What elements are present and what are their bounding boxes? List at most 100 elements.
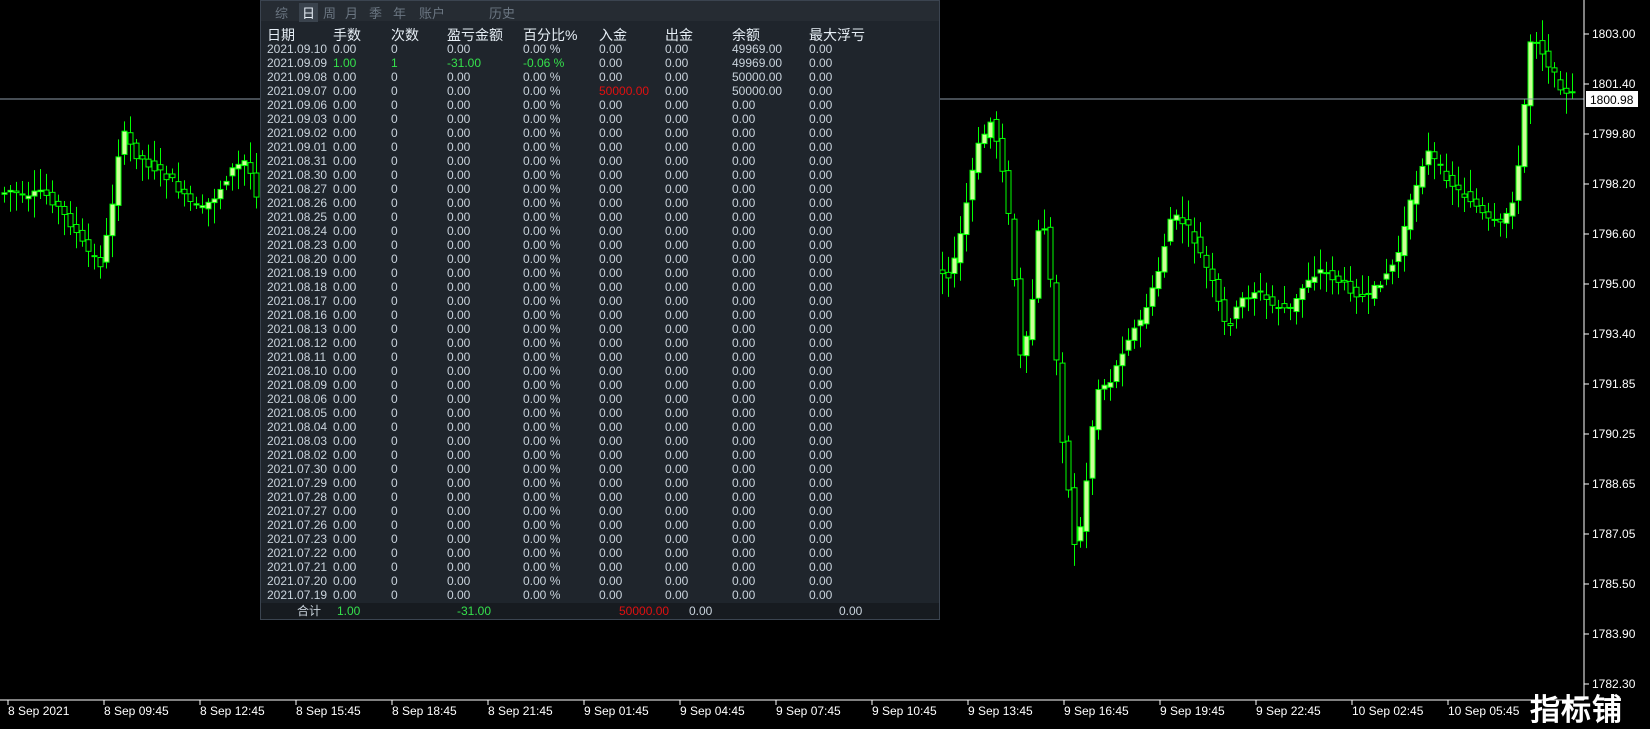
footer-total-label: 合计 xyxy=(297,604,322,618)
table-cell: 0.00 xyxy=(599,378,623,392)
table-cell: 2021.08.18 xyxy=(267,280,328,294)
tab-6[interactable]: 账户 xyxy=(419,3,445,22)
table-cell: 0 xyxy=(391,378,398,392)
candle-body xyxy=(1203,254,1210,268)
price-axis-label: 1803.00 xyxy=(1592,27,1636,41)
table-cell: 0.00 xyxy=(809,154,833,168)
tab-4[interactable]: 季 xyxy=(369,3,382,22)
table-cell: 0.00 xyxy=(599,126,623,140)
table-cell: 0.00 xyxy=(447,112,471,126)
table-row: 2021.08.11 0.00 0 0.00 0.00 % 0.00 0.00 0.00 0.0… xyxy=(261,350,939,364)
table-cell: 0.00 xyxy=(333,266,357,280)
time-axis: 8 Sep 2021 8 Sep 09:45 8 Sep 12:45 8 Sep 15… xyxy=(7,700,1520,718)
daily-stats-panel[interactable]: 综日周月季年账户 历史 日期 手数 次数 盈亏金额 百分比% 入金 出金 余额 最大浮亏 2021… xyxy=(260,0,940,620)
time-axis-label: 9 Sep 13:45 xyxy=(968,704,1033,718)
candle-body xyxy=(25,195,32,200)
table-cell: 1.00 xyxy=(333,56,357,70)
table-cell: 0.00 xyxy=(447,518,471,532)
candle-body xyxy=(1215,278,1222,302)
table-cell: 0.00 xyxy=(809,336,833,350)
table-cell: 0.00 xyxy=(665,560,689,574)
table-cell: 0.00 xyxy=(665,462,689,476)
price-axis-label: 1793.40 xyxy=(1592,327,1636,341)
table-row: 2021.08.23 0.00 0 0.00 0.00 % 0.00 0.00 0.00 0.0… xyxy=(261,238,939,252)
table-cell: 0.00 xyxy=(732,140,756,154)
candle-body xyxy=(115,156,122,206)
table-cell: 0.00 xyxy=(333,112,357,126)
table-row: 2021.07.21 0.00 0 0.00 0.00 % 0.00 0.00 0.00 0.0… xyxy=(261,560,939,574)
table-cell: 0.00 xyxy=(447,532,471,546)
tab-7[interactable]: 历史 xyxy=(489,3,515,22)
table-cell: 0.00 xyxy=(333,210,357,224)
table-cell: 0.00 xyxy=(333,238,357,252)
table-cell: 2021.09.07 xyxy=(267,84,328,98)
table-row: 2021.07.22 0.00 0 0.00 0.00 % 0.00 0.00 0.00 0.0… xyxy=(261,546,939,560)
candle-body xyxy=(1125,339,1132,351)
table-cell: 0.00 xyxy=(732,154,756,168)
table-cell: 2021.09.06 xyxy=(267,98,328,112)
candle-body xyxy=(1341,279,1348,283)
table-cell: 2021.08.03 xyxy=(267,434,328,448)
table-cell: 0 xyxy=(391,392,398,406)
table-cell: 2021.08.26 xyxy=(267,196,328,210)
table-row: 2021.08.17 0.00 0 0.00 0.00 % 0.00 0.00 0.00 0.0… xyxy=(261,294,939,308)
candle-body xyxy=(61,205,68,215)
table-cell: 0.00 xyxy=(447,196,471,210)
candle-body xyxy=(181,188,188,195)
price-axis-label: 1798.20 xyxy=(1592,177,1636,191)
tab-5[interactable]: 年 xyxy=(393,3,406,22)
table-cell: 0.00 xyxy=(447,42,471,56)
table-cell: 0.00 xyxy=(333,490,357,504)
candle-body xyxy=(241,160,248,167)
table-cell: 0.00 xyxy=(665,392,689,406)
table-cell: 0.00 xyxy=(333,364,357,378)
table-cell: 0.00 xyxy=(809,84,833,98)
tab-2[interactable]: 周 xyxy=(323,3,336,22)
table-cell: 2021.09.10 xyxy=(267,42,328,56)
table-cell: 2021.08.31 xyxy=(267,154,328,168)
candle-body xyxy=(127,132,134,145)
watermark-logo: 指标铺 xyxy=(1530,693,1623,728)
table-row: 2021.09.06 0.00 0 0.00 0.00 % 0.00 0.00 0.00 0.0… xyxy=(261,98,939,112)
candle-body xyxy=(1065,440,1072,491)
table-cell: 0.00 xyxy=(333,378,357,392)
table-cell: 0.00 xyxy=(333,308,357,322)
candle-body xyxy=(969,169,976,201)
candle-body xyxy=(169,173,176,179)
candle-body xyxy=(1035,230,1042,299)
table-cell: 0.00 xyxy=(809,434,833,448)
table-cell: 0.00 xyxy=(599,238,623,252)
table-cell: 0.00 xyxy=(333,462,357,476)
tab-0[interactable]: 综 xyxy=(275,3,288,22)
table-cell: 0.00 xyxy=(665,140,689,154)
candle-body xyxy=(1515,165,1522,201)
table-row: 2021.07.30 0.00 0 0.00 0.00 % 0.00 0.00 0.00 0.0… xyxy=(261,462,939,476)
table-cell: 2021.08.09 xyxy=(267,378,328,392)
table-cell: 0.00 xyxy=(809,252,833,266)
table-cell: 0.00 xyxy=(665,154,689,168)
table-cell: 0.00 % xyxy=(523,238,561,252)
candle-body xyxy=(1491,218,1498,221)
table-cell: 0.00 % xyxy=(523,420,561,434)
candle-body xyxy=(1095,389,1102,431)
tab-3[interactable]: 月 xyxy=(345,3,358,22)
table-cell: 0.00 xyxy=(732,196,756,210)
table-row: 2021.07.28 0.00 0 0.00 0.00 % 0.00 0.00 0.00 0.0… xyxy=(261,490,939,504)
table-cell: 0.00 xyxy=(809,476,833,490)
candle-body xyxy=(1107,382,1114,388)
price-axis-label: 1795.00 xyxy=(1592,277,1636,291)
table-cell: 0.00 xyxy=(333,294,357,308)
table-cell: 2021.08.12 xyxy=(267,336,328,350)
table-cell: 0.00 xyxy=(447,70,471,84)
candle-body xyxy=(1179,217,1186,225)
candle-body xyxy=(1245,297,1252,300)
price-axis-label: 1787.05 xyxy=(1592,527,1636,541)
table-cell: 0.00 xyxy=(333,70,357,84)
table-cell: 0.00 % xyxy=(523,336,561,350)
tab-1[interactable]: 日 xyxy=(299,3,319,22)
table-cell: 0 xyxy=(391,224,398,238)
table-cell: 0.00 % xyxy=(523,98,561,112)
candle-body xyxy=(1455,184,1462,191)
table-cell: 0 xyxy=(391,420,398,434)
table-cell: 0.00 xyxy=(809,168,833,182)
